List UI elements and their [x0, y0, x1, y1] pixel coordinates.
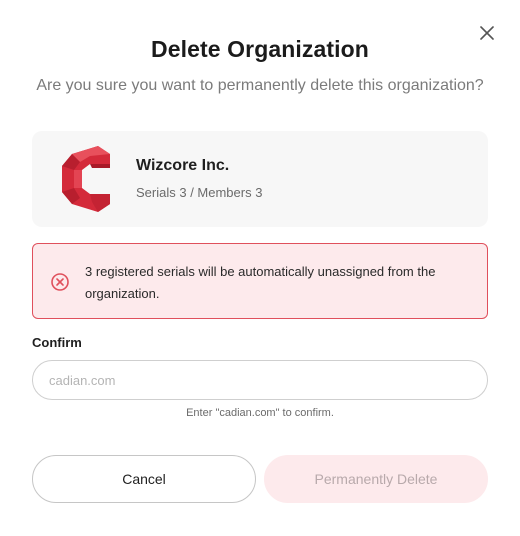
cancel-button[interactable]: Cancel	[32, 455, 256, 503]
delete-organization-dialog: Delete Organization Are you sure you wan…	[0, 0, 520, 536]
confirm-input[interactable]	[32, 360, 488, 400]
warning-banner: 3 registered serials will be automatical…	[32, 243, 488, 319]
organization-card: Wizcore Inc. Serials 3 / Members 3	[32, 131, 488, 227]
error-circle-icon	[51, 273, 69, 291]
permanently-delete-button[interactable]: Permanently Delete	[264, 455, 488, 503]
dialog-subtitle: Are you sure you want to permanently del…	[36, 77, 484, 94]
confirm-label: Confirm	[32, 335, 82, 350]
organization-name: Wizcore Inc.	[136, 157, 230, 174]
warning-text: 3 registered serials will be automatical…	[85, 264, 436, 301]
dialog-title: Delete Organization	[151, 36, 369, 62]
organization-meta: Serials 3 / Members 3	[136, 185, 263, 200]
confirm-hint: Enter "cadian.com" to confirm.	[186, 407, 334, 419]
wizcore-logo-icon	[62, 146, 110, 212]
